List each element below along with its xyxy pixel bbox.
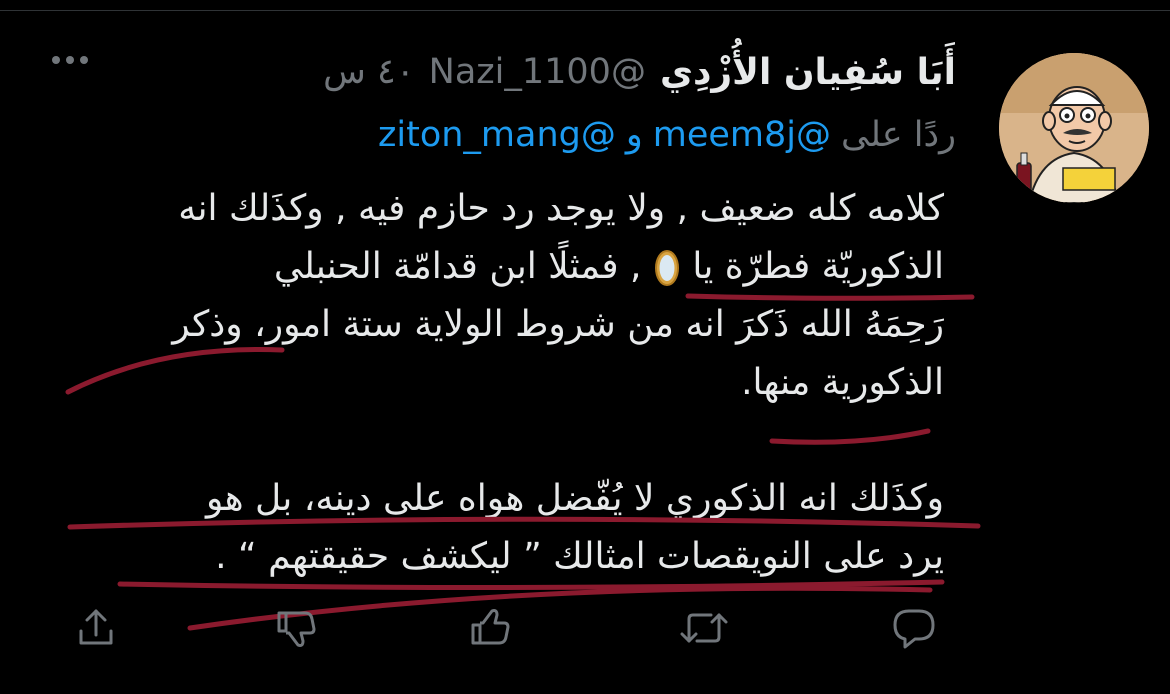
dot — [80, 56, 88, 64]
reply-icon[interactable] — [886, 600, 942, 656]
timestamp[interactable]: ٤٠ س — [323, 52, 414, 92]
paragraph: وكذَلك انه الذكوري لا يُفّضل هواه على دي… — [44, 470, 944, 586]
paragraph: كلامه كله ضعيف , ولا يوجد رد حازم فيه , … — [44, 180, 944, 412]
tweet-actions — [68, 600, 948, 656]
dot — [66, 56, 74, 64]
more-dots-icon[interactable] — [52, 56, 88, 64]
mirror-emoji-icon — [654, 250, 679, 286]
tweet-card[interactable]: أَبَا سُفِيان الأُزْدِي @Nazi_1100 ٤٠ س … — [0, 0, 1170, 694]
text-line: , فمثلًا ابن قدامّة الحنبلي — [273, 246, 642, 287]
mention-link[interactable]: @ziton_mang — [378, 115, 616, 155]
text-line: رَحِمَهُ الله ذَكرَ انه من شروط الولاية … — [172, 304, 944, 345]
tweet-text: كلامه كله ضعيف , ولا يوجد رد حازم فيه , … — [44, 180, 944, 586]
reply-joiner: و — [625, 115, 643, 155]
reply-prefix: ردًا على — [841, 115, 956, 155]
share-icon[interactable] — [68, 600, 124, 656]
dot — [52, 56, 60, 64]
text-line: الذكورية منها. — [741, 362, 944, 403]
text-line: يرد على النويقصات امثالك ” ليكشف حقيقتهم… — [215, 536, 944, 577]
tweet-header: أَبَا سُفِيان الأُزْدِي @Nazi_1100 ٤٠ س — [323, 44, 956, 100]
retweet-icon[interactable] — [676, 600, 732, 656]
display-name[interactable]: أَبَا سُفِيان الأُزْدِي — [660, 52, 956, 93]
replying-to: ردًا على @meem8j و @ziton_mang — [378, 110, 956, 160]
divider — [0, 10, 1170, 11]
thumbs-down-icon[interactable] — [268, 600, 324, 656]
text-line: وكذَلك انه الذكوري لا يُفّضل هواه على دي… — [206, 478, 944, 519]
text-line: كلامه كله ضعيف , ولا يوجد رد حازم فيه , … — [178, 188, 944, 229]
avatar-illustration — [999, 53, 1149, 203]
thumbs-up-icon[interactable] — [462, 600, 518, 656]
user-handle[interactable]: @Nazi_1100 — [429, 52, 646, 92]
mention-link[interactable]: @meem8j — [653, 115, 831, 155]
avatar[interactable] — [999, 53, 1149, 203]
text-line: الذكوريّة فطرّة يا — [692, 246, 944, 287]
